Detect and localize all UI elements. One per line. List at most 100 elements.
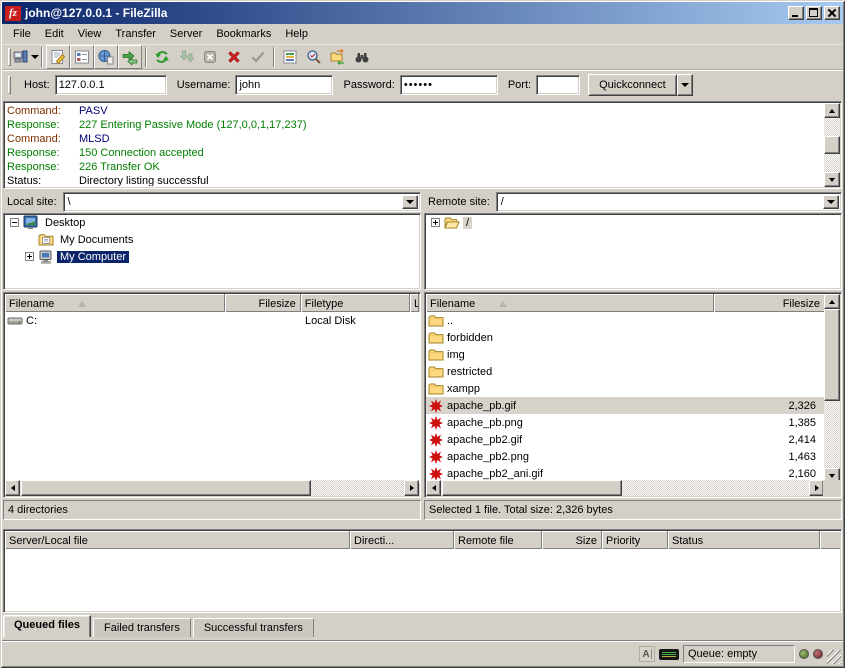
image-file-icon — [428, 449, 444, 465]
column-header-last-modified[interactable]: L — [410, 294, 419, 312]
close-button[interactable] — [824, 6, 840, 20]
disconnect-button[interactable] — [222, 45, 246, 69]
queue-column-remote-file[interactable]: Remote file — [454, 531, 542, 549]
synchronized-browsing-button[interactable] — [326, 45, 350, 69]
menu-help[interactable]: Help — [278, 26, 315, 42]
scrollbar-thumb[interactable] — [824, 309, 840, 401]
tree-item-root[interactable]: / — [425, 214, 841, 231]
column-header-filesize[interactable]: Filesize — [714, 294, 824, 312]
tab-successful-transfers[interactable]: Successful transfers — [193, 618, 314, 637]
scroll-right-button[interactable] — [404, 480, 419, 496]
column-header-filename[interactable]: Filename — [426, 294, 714, 312]
queue-body[interactable] — [5, 549, 840, 611]
host-input[interactable] — [55, 75, 167, 95]
port-input[interactable] — [536, 75, 580, 95]
local-site-combo[interactable]: \ — [63, 192, 421, 212]
site-manager-dropdown-icon[interactable] — [31, 55, 39, 59]
remote-file-row[interactable]: img — [426, 346, 824, 363]
remote-file-row[interactable]: restricted — [426, 363, 824, 380]
menu-bookmarks[interactable]: Bookmarks — [209, 26, 278, 42]
tree-expand-icon[interactable] — [25, 252, 34, 261]
queue-column-size[interactable]: Size — [542, 531, 602, 549]
menu-file[interactable]: File — [6, 26, 38, 42]
menu-edit[interactable]: Edit — [38, 26, 71, 42]
toolbar-grip[interactable] — [8, 48, 11, 66]
queue-column-server-local-file[interactable]: Server/Local file — [5, 531, 350, 549]
remote-file-row[interactable]: apache_pb2.gif2,414 — [426, 431, 824, 448]
title-bar[interactable]: fz john@127.0.0.1 - FileZilla — [2, 2, 843, 24]
toggle-local-tree-button[interactable] — [70, 45, 94, 69]
quickconnect-button[interactable]: Quickconnect — [588, 74, 677, 96]
tree-expand-icon[interactable] — [431, 218, 440, 227]
menu-view[interactable]: View — [71, 26, 109, 42]
scrollbar-thumb[interactable] — [824, 136, 840, 154]
menu-transfer[interactable]: Transfer — [108, 26, 163, 42]
process-queue-button[interactable] — [174, 45, 198, 69]
remote-file-row[interactable]: .. — [426, 312, 824, 329]
password-input[interactable] — [400, 75, 498, 95]
reconnect-button[interactable] — [246, 45, 270, 69]
log-scrollbar[interactable] — [824, 103, 840, 187]
window-title: john@127.0.0.1 - FileZilla — [25, 6, 788, 20]
log-line: Response:226 Transfer OK — [7, 160, 821, 174]
find-files-button[interactable] — [350, 45, 374, 69]
tab-failed-transfers[interactable]: Failed transfers — [93, 618, 191, 637]
refresh-button[interactable] — [150, 45, 174, 69]
image-file-icon — [428, 398, 444, 414]
tree-collapse-icon[interactable] — [10, 218, 19, 227]
toggle-transfer-queue-button[interactable] — [118, 45, 142, 69]
log-line: Command:MLSD — [7, 132, 821, 146]
remote-file-row[interactable]: apache_pb.png1,385 — [426, 414, 824, 431]
remote-site-combo[interactable]: / — [496, 192, 842, 212]
local-horizontal-scrollbar[interactable] — [5, 480, 419, 496]
combo-dropdown-button[interactable] — [823, 195, 839, 209]
file-name: apache_pb.png — [447, 417, 720, 429]
tree-item-desktop[interactable]: Desktop — [4, 214, 420, 231]
tree-item-my-computer[interactable]: My Computer — [4, 248, 420, 265]
directory-comparison-button[interactable] — [302, 45, 326, 69]
pane-splitter[interactable] — [421, 192, 424, 520]
image-file-icon — [428, 432, 444, 448]
column-header-filetype[interactable]: Filetype — [301, 294, 410, 312]
scroll-right-button[interactable] — [809, 480, 824, 496]
maximize-button[interactable] — [806, 6, 822, 20]
remote-file-row[interactable]: apache_pb2.png1,463 — [426, 448, 824, 465]
my-documents-icon — [38, 232, 54, 248]
transfer-type-indicator-icon: A — [639, 646, 655, 662]
queue-column-status[interactable]: Status — [668, 531, 820, 549]
queue-column-priority[interactable]: Priority — [602, 531, 668, 549]
scroll-up-button[interactable] — [824, 294, 840, 309]
scroll-left-button[interactable] — [426, 480, 441, 496]
column-header-filename[interactable]: Filename — [5, 294, 225, 312]
remote-vertical-scrollbar[interactable] — [824, 294, 840, 483]
local-file-row[interactable]: C: Local Disk — [5, 312, 421, 329]
scrollbar-thumb[interactable] — [21, 480, 311, 496]
local-file-list: Filename Filesize Filetype L C: Local Di… — [3, 292, 421, 498]
cancel-operation-button[interactable] — [198, 45, 222, 69]
quickconnect-dropdown-button[interactable] — [677, 74, 693, 96]
column-header-filesize[interactable]: Filesize — [225, 294, 300, 312]
remote-file-row[interactable]: xampp — [426, 380, 824, 397]
tab-queued-files[interactable]: Queued files — [3, 615, 91, 637]
remote-horizontal-scrollbar[interactable] — [426, 480, 824, 496]
quickconnect-grip[interactable] — [8, 76, 11, 94]
scrollbar-corner — [823, 480, 840, 496]
minimize-button[interactable] — [788, 6, 804, 20]
combo-dropdown-button[interactable] — [402, 195, 418, 209]
menu-server[interactable]: Server — [163, 26, 209, 42]
resize-grip[interactable] — [827, 650, 841, 664]
file-name: forbidden — [447, 332, 720, 344]
site-manager-button[interactable] — [14, 45, 38, 69]
scroll-up-button[interactable] — [824, 103, 840, 118]
queue-column-direction[interactable]: Directi... — [350, 531, 454, 549]
scroll-down-button[interactable] — [824, 172, 840, 187]
scroll-left-button[interactable] — [5, 480, 20, 496]
tree-item-my-documents[interactable]: My Documents — [4, 231, 420, 248]
filter-button[interactable] — [278, 45, 302, 69]
username-input[interactable] — [235, 75, 333, 95]
toggle-message-log-button[interactable] — [46, 45, 70, 69]
remote-file-row[interactable]: forbidden — [426, 329, 824, 346]
remote-file-row-selected[interactable]: apache_pb.gif2,326 — [426, 397, 824, 414]
toggle-remote-tree-button[interactable] — [94, 45, 118, 69]
scrollbar-thumb[interactable] — [442, 480, 622, 496]
